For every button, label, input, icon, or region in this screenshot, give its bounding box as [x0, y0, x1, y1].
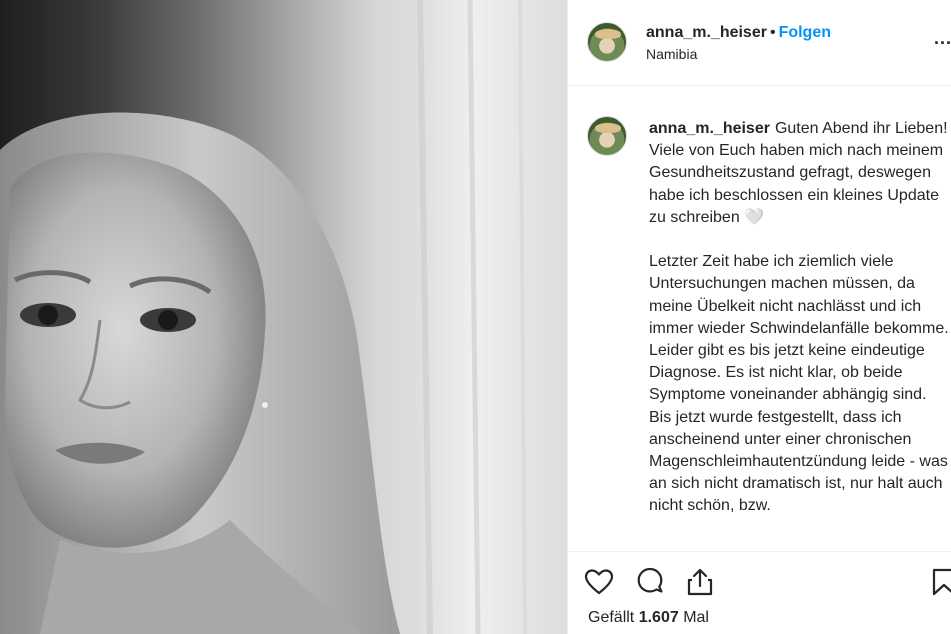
- more-options-icon[interactable]: ...: [934, 28, 951, 49]
- likes-prefix: Gefällt: [588, 609, 635, 626]
- caption-avatar[interactable]: [587, 116, 627, 156]
- post-photo[interactable]: [0, 0, 567, 634]
- separator-dot: •: [769, 24, 776, 41]
- post-header: anna_m._heiser • Folgen Namibia ...: [568, 0, 951, 86]
- likes-count[interactable]: Gefällt 1.607 Mal: [588, 609, 709, 627]
- follow-button[interactable]: Folgen: [779, 24, 831, 41]
- post-location[interactable]: Namibia: [646, 46, 697, 62]
- header-line: anna_m._heiser • Folgen: [646, 24, 831, 42]
- heart-icon[interactable]: [583, 566, 615, 598]
- share-icon[interactable]: [684, 566, 716, 598]
- post-sidebar: anna_m._heiser • Folgen Namibia ... anna_m…: [567, 0, 951, 634]
- bookmark-icon[interactable]: [928, 566, 951, 598]
- likes-suffix: Mal: [683, 609, 709, 626]
- portrait-image: [0, 0, 567, 634]
- author-username[interactable]: anna_m._heiser: [646, 24, 767, 41]
- action-bar: Gefällt 1.607 Mal: [568, 551, 951, 634]
- caption-text: Guten Abend ihr Lieben! Viele von Euch h…: [649, 120, 949, 515]
- comments-area[interactable]: anna_m._heiser Guten Abend ihr Lieben! Vi…: [568, 87, 951, 547]
- author-avatar[interactable]: [587, 22, 627, 62]
- likes-number: 1.607: [638, 609, 679, 626]
- comment-icon[interactable]: [634, 566, 666, 598]
- caption-username[interactable]: anna_m._heiser: [649, 120, 770, 137]
- post-caption: anna_m._heiser Guten Abend ihr Lieben! Vi…: [649, 118, 949, 518]
